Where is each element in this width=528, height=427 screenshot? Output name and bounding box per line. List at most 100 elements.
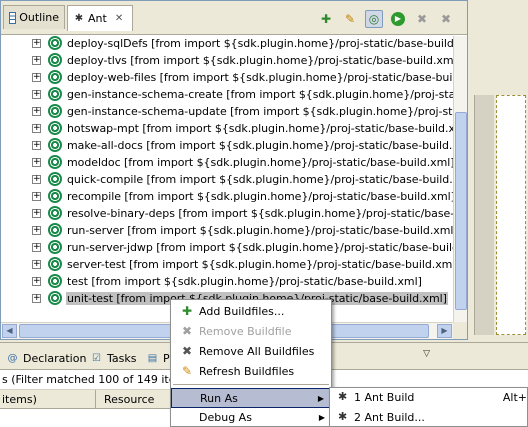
close-icon[interactable]: ✕ [115,13,123,24]
expand-icon[interactable]: + [32,294,41,303]
tab-ant-label: Ant [88,12,107,25]
tree-row[interactable]: + server-test [from import ${sdk.plugin.h… [1,256,453,273]
tree-row[interactable]: + run-server [from import ${sdk.plugin.ho… [1,222,453,239]
tree-row[interactable]: + recompile [from import ${sdk.plugin.hom… [1,188,453,205]
tab-declaration[interactable]: @ Declaration [6,347,87,369]
target-icon [48,53,62,67]
refresh-icon: ✎ [181,364,193,378]
vertical-scroll-thumb[interactable] [455,112,467,310]
menu-item-label: Debug As [199,410,252,424]
view-menu-icon[interactable]: ▽ [423,349,430,359]
column-divider[interactable] [95,390,96,409]
target-icon [48,223,62,237]
tree-row[interactable]: + make-all-docs [from import ${sdk.plugin… [1,137,453,154]
expand-icon[interactable]: + [32,39,41,48]
expand-icon[interactable]: + [32,107,41,116]
target-icon [48,172,62,186]
target-icon [48,121,62,135]
tab-outline-label: Outline [19,11,59,24]
tree-row[interactable]: + deploy-web-files [from import ${sdk.plu… [1,69,453,86]
menu-item-refresh-buildfiles[interactable]: ✎ Refresh Buildfiles [171,361,331,381]
tree-row[interactable]: + hotswap-mpt [from import ${sdk.plugin.h… [1,120,453,137]
tab-tasks[interactable]: ☑ Tasks [90,347,136,369]
ant-icon: ✱ [338,410,348,423]
target-tree: + deploy-sqlDefs [from import ${sdk.plugi… [1,36,453,322]
tree-row[interactable]: + modeldoc [from import ${sdk.plugin.home… [1,154,453,171]
target-label: make-all-docs [from import ${sdk.plugin.… [67,139,453,152]
problems-icon: ▤ [147,352,158,364]
expand-icon[interactable]: + [32,158,41,167]
tree-row[interactable]: + gen-instance-schema-update [from import… [1,103,453,120]
menu-separator [173,384,329,385]
target-icon [48,240,62,254]
expand-icon[interactable]: + [32,90,41,99]
context-menu: ✚ Add Buildfiles... ✖ Remove Buildfile ✖… [170,299,332,427]
menu-item-label: Add Buildfiles... [199,304,285,318]
expand-icon[interactable]: + [32,226,41,235]
target-icon [48,138,62,152]
menu-item-label: Run As [200,391,238,405]
tree-row[interactable]: + test [from import ${sdk.plugin.home}/pr… [1,273,453,290]
expand-icon[interactable]: + [32,209,41,218]
tree-row[interactable]: + deploy-tlvs [from import ${sdk.plugin.h… [1,52,453,69]
search-buildfiles-icon[interactable]: ✎ [341,10,359,28]
editor-area[interactable] [496,95,526,335]
tab-outline[interactable]: Outline [3,5,65,29]
tree-row[interactable]: + run-server-jdwp [from import ${sdk.plug… [1,239,453,256]
menu-item-add-buildfiles[interactable]: ✚ Add Buildfiles... [171,301,331,321]
target-label: deploy-sqlDefs [from import ${sdk.plugin… [67,37,453,50]
menu-item-ant-build[interactable]: ✱ 1 Ant Build Alt+ [330,388,528,408]
expand-icon[interactable]: + [32,243,41,252]
expand-icon[interactable]: + [32,192,41,201]
editor-ruler [474,95,494,335]
tree-row[interactable]: + gen-instance-schema-create [from import… [1,86,453,103]
target-label: server-test [from import ${sdk.plugin.ho… [67,258,453,271]
column-resource[interactable]: Resource [104,393,154,406]
target-label: gen-instance-schema-create [from import … [67,88,453,101]
tree-row[interactable]: + quick-compile [from import ${sdk.plugin… [1,171,453,188]
expand-icon[interactable]: + [32,73,41,82]
target-icon [48,206,62,220]
target-label: recompile [from import ${sdk.plugin.home… [67,190,453,203]
target-label: run-server [from import ${sdk.plugin.hom… [67,224,453,237]
target-label: deploy-tlvs [from import ${sdk.plugin.ho… [67,54,453,67]
menu-item-remove-all-buildfiles[interactable]: ✖ Remove All Buildfiles [171,341,331,361]
menu-item-run-as[interactable]: Run As ▶ [171,388,331,408]
target-icon [48,291,62,305]
hide-internal-targets-icon[interactable]: ◎ [365,10,383,28]
declaration-icon: @ [7,352,18,364]
scroll-left-icon[interactable]: ◀ [2,324,17,338]
expand-icon[interactable]: + [32,260,41,269]
vertical-scrollbar[interactable] [453,36,467,322]
menu-item-remove-buildfile[interactable]: ✖ Remove Buildfile [171,321,331,341]
menu-item-ant-build-dialog[interactable]: ✱ 2 Ant Build... [330,408,528,427]
remove-all-icon: ✖ [181,344,193,358]
tab-ant[interactable]: ✱ Ant ✕ [67,5,133,31]
tree-row[interactable]: + deploy-sqlDefs [from import ${sdk.plugi… [1,36,453,52]
remove-all-icon[interactable]: ✖ [437,10,455,28]
expand-icon[interactable]: + [32,277,41,286]
menu-item-label: Remove Buildfile [199,324,292,338]
target-label: deploy-web-files [from import ${sdk.plug… [67,71,453,84]
expand-icon[interactable]: + [32,175,41,184]
tree-row[interactable]: + resolve-binary-deps [from import ${sdk.… [1,205,453,222]
target-icon [48,155,62,169]
editor-edge [468,0,528,340]
expand-icon[interactable]: + [32,56,41,65]
expand-icon[interactable]: + [32,141,41,150]
ant-toolbar: ✚ ✎ ◎ ▶ ✖ ✖ [317,10,455,28]
remove-icon[interactable]: ✖ [413,10,431,28]
tab-tasks-label: Tasks [107,351,137,365]
column-items[interactable]: items) [2,393,37,406]
scroll-right-icon[interactable]: ▶ [437,324,452,338]
target-icon [48,104,62,118]
expand-icon[interactable]: + [32,124,41,133]
tab-declaration-label: Declaration [23,351,87,365]
run-button[interactable]: ▶ [389,10,407,28]
target-label: quick-compile [from import ${sdk.plugin.… [67,173,453,186]
menu-item-debug-as[interactable]: Debug As ▶ [171,407,331,427]
remove-buildfile-icon: ✖ [181,324,193,338]
target-icon [48,36,62,50]
submenu-arrow-icon: ▶ [317,393,324,403]
add-buildfiles-icon[interactable]: ✚ [317,10,335,28]
